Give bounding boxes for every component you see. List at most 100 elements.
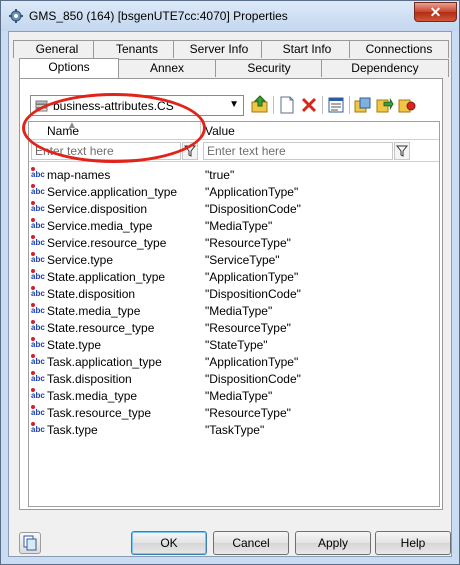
- section-selector[interactable]: business-attributes.CS ▼: [30, 95, 244, 116]
- section-stack-icon: [35, 100, 48, 112]
- option-name: State.application_type: [47, 270, 166, 284]
- table-row[interactable]: abc Task.media_type "MediaType": [29, 387, 439, 404]
- filter-icon: [395, 145, 409, 157]
- copy-icon[interactable]: [353, 95, 373, 115]
- option-value[interactable]: "ApplicationType": [205, 270, 298, 284]
- table-row[interactable]: abc Task.resource_type "ResourceType": [29, 404, 439, 421]
- value-filter-input[interactable]: [203, 142, 393, 160]
- tab-start-info[interactable]: Start Info: [261, 40, 353, 58]
- options-tab-page: business-attributes.CS ▼ Name ▲ Value En…: [19, 78, 443, 510]
- title-bar[interactable]: GMS_850 (164) [bsgenUTE7cc:4070] Propert…: [1, 1, 459, 31]
- table-row[interactable]: abc Task.disposition "DispositionCode": [29, 370, 439, 387]
- gear-icon: [9, 9, 23, 23]
- value-filter-button[interactable]: [394, 142, 410, 160]
- name-filter-button[interactable]: [182, 142, 198, 160]
- option-value[interactable]: "MediaType": [205, 304, 272, 318]
- new-document-icon[interactable]: [277, 95, 297, 115]
- option-value[interactable]: "TaskType": [205, 423, 264, 437]
- name-filter-input[interactable]: [31, 142, 181, 160]
- option-value[interactable]: "MediaType": [205, 389, 272, 403]
- help-button[interactable]: Help: [375, 531, 451, 555]
- option-value[interactable]: "ApplicationType": [205, 185, 298, 199]
- tab-connections[interactable]: Connections: [349, 40, 449, 58]
- option-value[interactable]: "DispositionCode": [205, 372, 301, 386]
- required-dot-icon: [31, 388, 35, 392]
- table-row[interactable]: abc State.resource_type "ResourceType": [29, 319, 439, 336]
- option-name: State.resource_type: [47, 321, 155, 335]
- string-type-icon: abc: [31, 371, 45, 384]
- properties-icon[interactable]: [326, 95, 346, 115]
- close-button[interactable]: ✕: [414, 2, 457, 22]
- table-row[interactable]: abc Task.application_type "ApplicationType…: [29, 353, 439, 370]
- option-value[interactable]: "true": [205, 168, 234, 182]
- toolbar-separator: [273, 96, 274, 114]
- copy-path-button[interactable]: [19, 532, 41, 554]
- option-name: Task.resource_type: [47, 406, 152, 420]
- option-name: Service.type: [47, 253, 114, 267]
- tab-tenants[interactable]: Tenants: [93, 40, 181, 58]
- table-row[interactable]: abc Task.type "TaskType": [29, 421, 439, 438]
- option-name: Service.media_type: [47, 219, 153, 233]
- required-dot-icon: [31, 269, 35, 273]
- tab-annex[interactable]: Annex: [117, 59, 217, 77]
- up-folder-icon[interactable]: [250, 95, 270, 115]
- required-dot-icon: [31, 184, 35, 188]
- option-value[interactable]: "DispositionCode": [205, 287, 301, 301]
- string-type-icon: abc: [31, 201, 45, 214]
- option-value[interactable]: "ResourceType": [205, 321, 291, 335]
- column-divider[interactable]: [200, 122, 201, 140]
- sort-ascending-icon: ▲: [67, 120, 77, 131]
- delete-icon[interactable]: [299, 95, 319, 115]
- client-area: General Tenants Server Info Start Info C…: [8, 31, 452, 557]
- required-dot-icon: [31, 167, 35, 171]
- tab-security[interactable]: Security: [215, 59, 323, 77]
- option-value[interactable]: "ResourceType": [205, 406, 291, 420]
- tab-options[interactable]: Options: [19, 58, 119, 78]
- toolbar-separator: [349, 96, 350, 114]
- tab-general[interactable]: General: [13, 40, 101, 58]
- column-header-value[interactable]: Value: [205, 124, 235, 138]
- import-icon[interactable]: [397, 95, 417, 115]
- table-row[interactable]: abc State.disposition "DispositionCode": [29, 285, 439, 302]
- option-value[interactable]: "ApplicationType": [205, 355, 298, 369]
- required-dot-icon: [31, 371, 35, 375]
- required-dot-icon: [31, 286, 35, 290]
- string-type-icon: abc: [31, 303, 45, 316]
- ok-button[interactable]: OK: [131, 531, 207, 555]
- string-type-icon: abc: [31, 422, 45, 435]
- grid-header: Name ▲ Value: [29, 120, 439, 140]
- string-type-icon: abc: [31, 354, 45, 367]
- tab-server-info[interactable]: Server Info: [173, 40, 265, 58]
- table-row[interactable]: abc map-names "true": [29, 166, 439, 183]
- apply-button[interactable]: Apply: [295, 531, 371, 555]
- option-value[interactable]: "ResourceType": [205, 236, 291, 250]
- chevron-down-icon[interactable]: ▼: [229, 99, 239, 110]
- close-icon: ✕: [429, 4, 442, 20]
- table-row[interactable]: abc Service.resource_type "ResourceType": [29, 234, 439, 251]
- string-type-icon: abc: [31, 405, 45, 418]
- required-dot-icon: [31, 235, 35, 239]
- table-row[interactable]: abc Service.type "ServiceType": [29, 251, 439, 268]
- option-value[interactable]: "MediaType": [205, 219, 272, 233]
- table-row[interactable]: abc Service.disposition "DispositionCode": [29, 200, 439, 217]
- required-dot-icon: [31, 201, 35, 205]
- tab-dependency[interactable]: Dependency: [321, 59, 449, 77]
- option-name: Task.media_type: [47, 389, 138, 403]
- copy-icon: [23, 535, 37, 551]
- cancel-button[interactable]: Cancel: [213, 531, 289, 555]
- table-row[interactable]: abc Service.media_type "MediaType": [29, 217, 439, 234]
- option-value[interactable]: "StateType": [205, 338, 268, 352]
- option-name: Service.resource_type: [47, 236, 167, 250]
- option-value[interactable]: "DispositionCode": [205, 202, 301, 216]
- section-selector-value: business-attributes.CS: [53, 99, 174, 113]
- export-icon[interactable]: [375, 95, 395, 115]
- table-row[interactable]: abc State.media_type "MediaType": [29, 302, 439, 319]
- table-row[interactable]: abc Service.application_type "ApplicationT…: [29, 183, 439, 200]
- table-row[interactable]: abc State.type "StateType": [29, 336, 439, 353]
- grid-rows: abc map-names "true" abc Service.application…: [29, 166, 439, 438]
- string-type-icon: abc: [31, 320, 45, 333]
- option-value[interactable]: "ServiceType": [205, 253, 280, 267]
- string-type-icon: abc: [31, 388, 45, 401]
- table-row[interactable]: abc State.application_type "ApplicationTyp…: [29, 268, 439, 285]
- required-dot-icon: [31, 303, 35, 307]
